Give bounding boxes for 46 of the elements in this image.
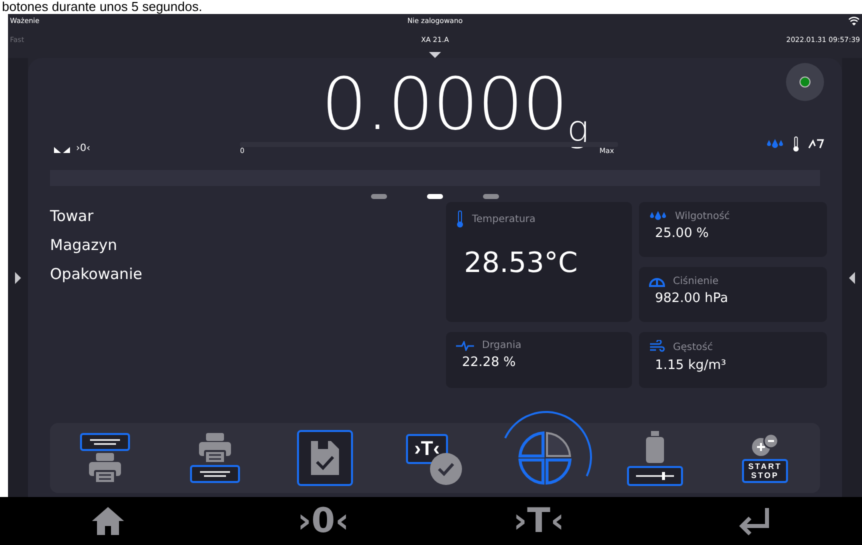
tile-label: Drgania — [482, 340, 522, 351]
tare-key[interactable]: ›T‹ — [513, 499, 564, 543]
gauge-icon — [649, 275, 665, 287]
tile-value: 1.15 kg/m³ — [655, 358, 728, 373]
thermometer-icon — [792, 136, 800, 152]
wifi-icon — [848, 16, 860, 26]
info-item: Magazyn — [50, 235, 118, 256]
thermometer-icon — [456, 210, 464, 228]
info-item: Opakowanie — [50, 264, 144, 285]
droplets-icon — [766, 138, 784, 150]
right-arrow-icon — [15, 272, 21, 284]
enter-icon — [737, 506, 772, 536]
header-lines-icon — [190, 465, 240, 483]
status-led-icon — [799, 76, 811, 88]
wind-icon — [649, 340, 665, 354]
stability-icon — [54, 146, 70, 154]
waveform-icon — [456, 340, 474, 350]
printer-icon — [87, 453, 123, 483]
zero-key[interactable]: ›0‹ — [297, 499, 350, 543]
tile-label: Gęstość — [673, 342, 713, 352]
toolbar-button[interactable]: START STOP — [726, 423, 804, 493]
tile-label: Temperatura — [472, 214, 536, 224]
header-lines-icon — [80, 433, 130, 451]
left-arrow-icon — [849, 272, 855, 284]
plus-minus-icon — [750, 433, 780, 457]
tare-glyph: ›T‹ — [414, 438, 440, 460]
weight-slider-icon — [626, 429, 684, 487]
weight-value: 0.0000 — [321, 68, 568, 140]
tile-value: 22.28 % — [462, 355, 517, 370]
quarters-icon — [516, 429, 574, 487]
page-indicator[interactable] — [427, 194, 443, 199]
zero-indicator: ›0‹ — [76, 143, 90, 154]
home-icon — [90, 506, 125, 536]
tile-value: 25.00 % — [655, 226, 710, 241]
start-stop-label: START STOP — [742, 459, 788, 483]
floppy-check-icon — [296, 429, 354, 487]
caption-text: botones durante unos 5 segundos. — [1, 0, 204, 14]
droplets-icon — [649, 210, 667, 222]
tile-label: Ciśnienie — [673, 276, 719, 286]
tile-value: 28.53°C — [464, 246, 579, 279]
tile-label: Wilgotność — [675, 210, 730, 222]
toolbar-button[interactable]: ›T‹ — [396, 423, 474, 493]
printer-icon — [197, 433, 233, 463]
status-button[interactable] — [786, 63, 824, 101]
tile-value: 982.00 hPa — [655, 291, 730, 306]
info-item: Towar — [50, 206, 94, 227]
